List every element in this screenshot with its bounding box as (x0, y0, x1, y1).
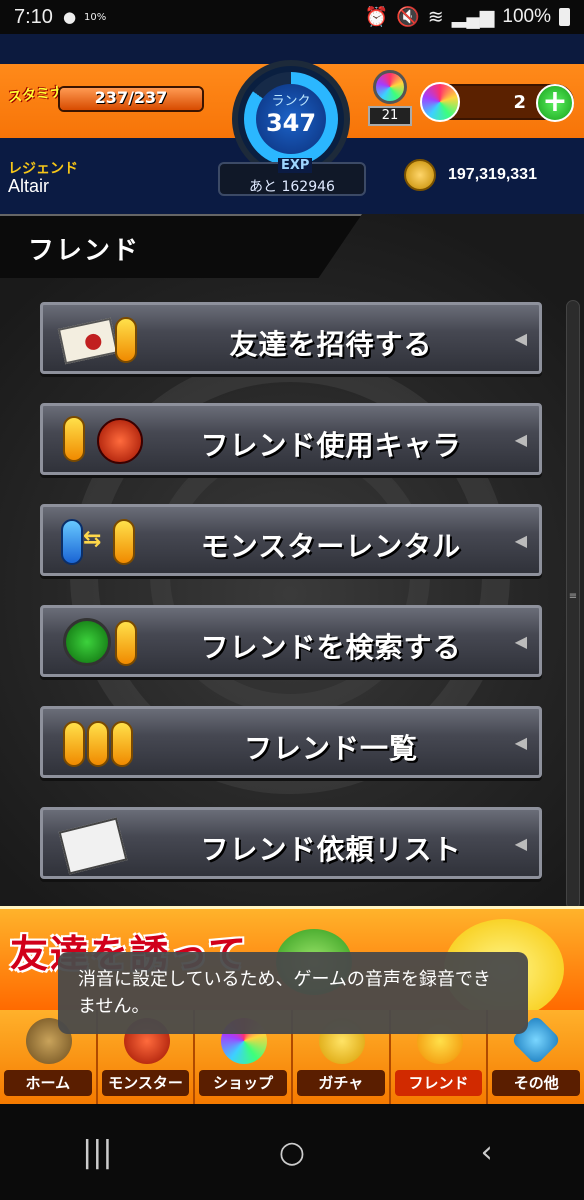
chevron-left-icon: ◀ (514, 834, 527, 853)
tab-label: フレンド (394, 1070, 483, 1096)
wifi-icon: ≋ (427, 6, 444, 28)
menu-label: 友達を招待する (229, 328, 433, 361)
chevron-left-icon: ◀ (514, 733, 527, 752)
section-header: フレンド (0, 214, 362, 278)
player-title: レジェンド (8, 161, 78, 177)
invite-envelope-icon (57, 313, 149, 365)
menu-label: フレンド依頼リスト (200, 833, 462, 866)
home-circle-icon[interactable]: ○ (252, 1135, 332, 1170)
coin-counter: 197,319,331 (404, 158, 580, 192)
menu-label: フレンド使用キャラ (200, 429, 462, 462)
tab-label: ショップ (199, 1070, 288, 1096)
monster-rental-icon: ⇆ (57, 515, 149, 567)
exp-label: EXP (278, 158, 313, 173)
friend-search-icon (57, 616, 149, 668)
game-header: スタミナ 237/237 レジェンド Altair ランク 347 EXP あと… (0, 34, 584, 214)
clock: 7:10 (14, 5, 53, 28)
exp-remaining: あと 162946 (249, 179, 335, 195)
menu-label: フレンドを検索する (200, 631, 462, 664)
chevron-left-icon: ◀ (514, 632, 527, 651)
status-right: ⏰ 🔇 ≋ ▂▄▆ 100% (364, 5, 570, 29)
status-bar: 7:10 ● 10% ⏰ 🔇 ≋ ▂▄▆ 100% (0, 0, 584, 34)
chevron-left-icon: ◀ (514, 531, 527, 550)
stamina-meter[interactable]: スタミナ 237/237 (7, 82, 204, 116)
menu-label: モンスターレンタル (200, 530, 462, 563)
orb-icon (420, 82, 460, 122)
friend-character-button[interactable]: フレンド使用キャラ ◀ (40, 403, 542, 475)
orb-counter: 2 + (420, 82, 574, 122)
exp-ring: ランク 347 (244, 72, 338, 166)
battery-percent: 100% (502, 6, 551, 27)
add-orb-button[interactable]: + (536, 84, 574, 122)
battery-icon (559, 8, 570, 26)
back-icon[interactable]: ‹ (447, 1135, 527, 1170)
signal-icon: ▂▄▆ (451, 6, 495, 28)
friend-list-icon (57, 717, 149, 769)
friend-search-button[interactable]: フレンドを検索する ◀ (40, 605, 542, 677)
friend-menu-area: フレンド 友達を招待する ◀ フレンド使用キャラ ◀ ⇆ モンスターレンタル ◀… (0, 214, 584, 910)
monster-rental-button[interactable]: ⇆ モンスターレンタル ◀ (40, 504, 542, 576)
rank-core: ランク 347 (256, 84, 326, 154)
scrollbar[interactable]: ≡ (566, 300, 580, 910)
tab-label: その他 (492, 1070, 581, 1096)
tab-label: ホーム (4, 1070, 92, 1096)
player-name: Altair (8, 176, 50, 196)
scroll-thumb[interactable]: ≡ (568, 591, 578, 617)
chevron-left-icon: ◀ (514, 329, 527, 348)
mute-toast: 消音に設定しているため、ゲームの音声を録音できません。 (58, 952, 528, 1034)
coin-icon (404, 159, 436, 191)
friend-character-icon (57, 414, 149, 466)
friend-request-list-icon (57, 817, 149, 875)
recent-apps-icon[interactable]: ||| (57, 1135, 137, 1170)
notification-percent: 10% (84, 11, 107, 23)
orb-count: 2 (513, 92, 526, 113)
stash-gem-icon (373, 70, 407, 104)
invite-friends-button[interactable]: 友達を招待する ◀ (40, 302, 542, 374)
menu-label: フレンド一覧 (243, 732, 418, 765)
friend-list-button[interactable]: フレンド一覧 ◀ (40, 706, 542, 778)
section-title: フレンド (28, 236, 141, 266)
exp-box: EXP あと 162946 (218, 158, 366, 196)
chevron-left-icon: ◀ (514, 430, 527, 449)
rank-value: 347 (265, 109, 317, 137)
rank-label: ランク (271, 94, 311, 109)
stamina-label: スタミナ (7, 84, 65, 106)
mute-icon: 🔇 (396, 7, 420, 28)
tab-label: モンスター (101, 1070, 190, 1096)
friend-request-list-button[interactable]: フレンド依頼リスト ◀ (40, 807, 542, 879)
tab-label: ガチャ (297, 1070, 385, 1096)
stash-count: 21 (368, 106, 412, 126)
coin-value: 197,319,331 (448, 166, 537, 183)
notification-icon: ● (62, 8, 77, 26)
item-stash-button[interactable]: 21 (368, 70, 412, 126)
system-nav-bar: ||| ○ ‹ (0, 1104, 584, 1200)
stamina-value: 237/237 (94, 88, 168, 107)
alarm-icon: ⏰ (364, 7, 389, 28)
